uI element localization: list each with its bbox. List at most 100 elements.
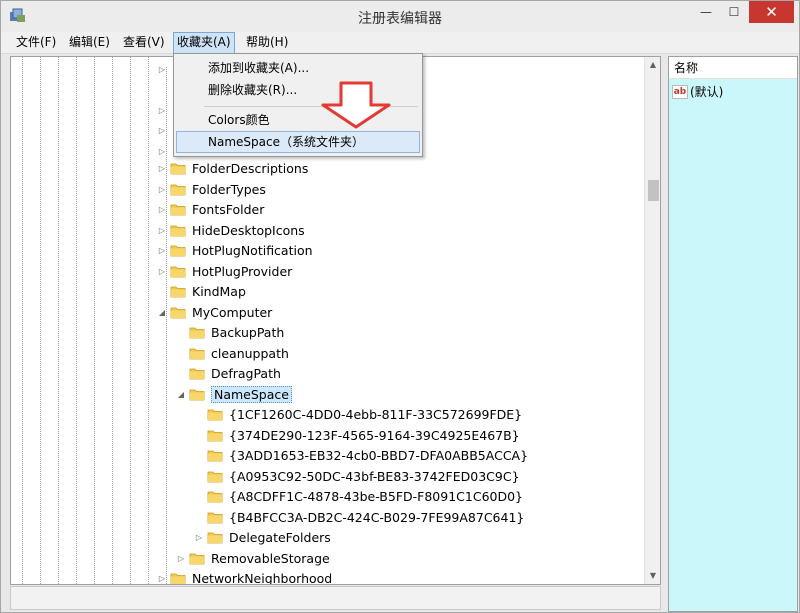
tree-row[interactable]: DefragPath <box>175 363 281 383</box>
tree-guide-line <box>94 57 95 584</box>
expander-icon[interactable]: ▷ <box>193 533 205 542</box>
tree-guide-line <box>112 57 113 584</box>
folder-icon <box>170 183 186 196</box>
tree-row[interactable]: {A8CDFF1C-4878-43be-B5FD-F8091C1C60D0} <box>193 486 523 506</box>
folder-icon <box>170 224 186 237</box>
tree-row-label: {374DE290-123F-4565-9164-39C4925E467B} <box>229 427 520 443</box>
menu-help[interactable]: 帮助(H) <box>243 32 291 54</box>
folder-icon <box>207 511 223 524</box>
scroll-thumb[interactable] <box>648 180 659 201</box>
tree-row[interactable]: ▷ RemovableStorage <box>175 548 330 568</box>
tree-row-label: {1CF1260C-4DD0-4ebb-811F-33C572699FDE} <box>229 406 523 422</box>
tree-row-label: NameSpace <box>211 385 292 403</box>
tree-row-hidden[interactable]: ▷ <box>156 59 168 79</box>
tree-row[interactable]: ▷ HotPlugNotification <box>156 240 313 260</box>
tree-row-hidden[interactable]: ▷ <box>156 100 168 120</box>
tree-row[interactable]: ▷ FolderDescriptions <box>156 158 308 178</box>
vertical-scrollbar[interactable]: ▲ ▼ <box>644 57 660 584</box>
close-button[interactable]: ✕ <box>749 1 794 23</box>
tree-guide-line <box>130 57 131 584</box>
tree-row[interactable]: KindMap <box>156 281 246 301</box>
tree-row[interactable]: ▷ FontsFolder <box>156 199 264 219</box>
expander-icon[interactable]: ▷ <box>156 205 168 214</box>
value-row[interactable]: ab (默认) <box>672 83 723 100</box>
tree-row-label: FolderTypes <box>192 181 266 197</box>
folder-icon <box>170 572 186 585</box>
menu-favorites[interactable]: 收藏夹(A) <box>173 32 235 54</box>
expander-icon[interactable]: ▷ <box>175 554 187 563</box>
scroll-down-icon[interactable]: ▼ <box>645 568 660 584</box>
tree-row[interactable]: {1CF1260C-4DD0-4ebb-811F-33C572699FDE} <box>193 404 522 424</box>
menu-edit[interactable]: 编辑(E) <box>66 32 113 54</box>
tree-row[interactable]: ▷ HotPlugProvider <box>156 261 292 281</box>
tree-row[interactable]: ▷ FolderTypes <box>156 179 266 199</box>
folder-icon <box>189 347 205 360</box>
tree-row-label: DelegateFolders <box>229 529 331 545</box>
folder-icon <box>170 285 186 298</box>
expander-icon[interactable]: ▷ <box>156 147 168 156</box>
tree-guide-line <box>40 57 41 584</box>
expander-icon[interactable]: ▷ <box>156 106 168 115</box>
tree-row[interactable]: ◢ MyComputer <box>156 302 272 322</box>
scroll-up-icon[interactable]: ▲ <box>645 57 660 73</box>
menu-file[interactable]: 文件(F) <box>13 32 59 54</box>
tree-row[interactable]: ▷ NetworkNeighborhood <box>156 568 332 585</box>
expander-icon[interactable]: ▷ <box>156 185 168 194</box>
folder-icon <box>207 449 223 462</box>
tree-row[interactable]: ◢ NameSpace <box>175 384 292 404</box>
menu-bar: 文件(F) 编辑(E) 查看(V) 收藏夹(A) 帮助(H) <box>1 32 799 54</box>
tree-row[interactable]: ▷ DelegateFolders <box>193 527 331 547</box>
tree-guide-line <box>76 57 77 584</box>
folder-icon <box>170 162 186 175</box>
column-header-name[interactable]: 名称 <box>669 57 797 79</box>
tree-row[interactable]: {3ADD1653-EB32-4cb0-BBD7-DFA0ABB5ACCA} <box>193 445 528 465</box>
folder-icon <box>170 244 186 257</box>
tree-row-label: KindMap <box>192 283 246 299</box>
tree-row[interactable]: ▷ HideDesktopIcons <box>156 220 305 240</box>
tree-row-label: NetworkNeighborhood <box>192 570 333 585</box>
tree-row-label: {A8CDFF1C-4878-43be-B5FD-F8091C1C60D0} <box>229 488 524 504</box>
expander-icon[interactable]: ◢ <box>156 308 168 317</box>
value-name: (默认) <box>690 85 724 99</box>
folder-icon <box>189 388 205 401</box>
expander-icon[interactable]: ▷ <box>156 164 168 173</box>
expander-icon[interactable]: ▷ <box>156 267 168 276</box>
expander-icon[interactable]: ▷ <box>156 126 168 135</box>
tree-guide-line <box>22 57 23 584</box>
window-title: 注册表编辑器 <box>358 11 442 27</box>
values-pane[interactable]: 名称 ab (默认) <box>668 56 798 612</box>
tree-row[interactable]: {B4BFCC3A-DB2C-424C-B029-7FE99A87C641} <box>193 507 524 527</box>
folder-icon <box>170 306 186 319</box>
tree-row-label: HotPlugProvider <box>192 263 293 279</box>
folder-icon <box>189 326 205 339</box>
expander-icon[interactable]: ◢ <box>175 390 187 399</box>
minimize-button[interactable]: — <box>691 1 721 23</box>
tree-row-label: DefragPath <box>211 365 281 381</box>
tree-row[interactable]: BackupPath <box>175 322 284 342</box>
tree-guide-line <box>148 57 149 584</box>
tree-row-label: {B4BFCC3A-DB2C-424C-B029-7FE99A87C641} <box>229 509 525 525</box>
expander-icon[interactable]: ▷ <box>156 246 168 255</box>
menu-add-to-favorites[interactable]: 添加到收藏夹(A)... <box>176 57 420 79</box>
tree-row-label: BackupPath <box>211 324 285 340</box>
tree-row[interactable]: cleanuppath <box>175 343 289 363</box>
tree-row[interactable]: {374DE290-123F-4565-9164-39C4925E467B} <box>193 425 520 445</box>
expander-icon[interactable]: ▷ <box>156 65 168 74</box>
tree-row-label: RemovableStorage <box>211 550 330 566</box>
menu-favorite-namespace[interactable]: NameSpace（系统文件夹） <box>176 131 420 153</box>
tree-row-hidden[interactable]: ▷ <box>156 120 168 140</box>
registry-editor-window: 注册表编辑器 — ☐ ✕ 文件(F) 编辑(E) 查看(V) 收藏夹(A) 帮助… <box>0 0 800 613</box>
tree-row-label: FolderDescriptions <box>192 160 309 176</box>
folder-icon <box>170 265 186 278</box>
folder-icon <box>207 490 223 503</box>
folder-icon <box>207 408 223 421</box>
folder-icon <box>189 552 205 565</box>
expander-icon[interactable]: ▷ <box>156 574 168 583</box>
menu-view[interactable]: 查看(V) <box>120 32 168 54</box>
folder-icon <box>207 429 223 442</box>
string-value-icon: ab <box>672 84 688 99</box>
tree-row-label: HotPlugNotification <box>192 242 313 258</box>
maximize-button[interactable]: ☐ <box>719 1 749 23</box>
expander-icon[interactable]: ▷ <box>156 226 168 235</box>
tree-row[interactable]: {A0953C92-50DC-43bf-BE83-3742FED03C9C} <box>193 466 520 486</box>
